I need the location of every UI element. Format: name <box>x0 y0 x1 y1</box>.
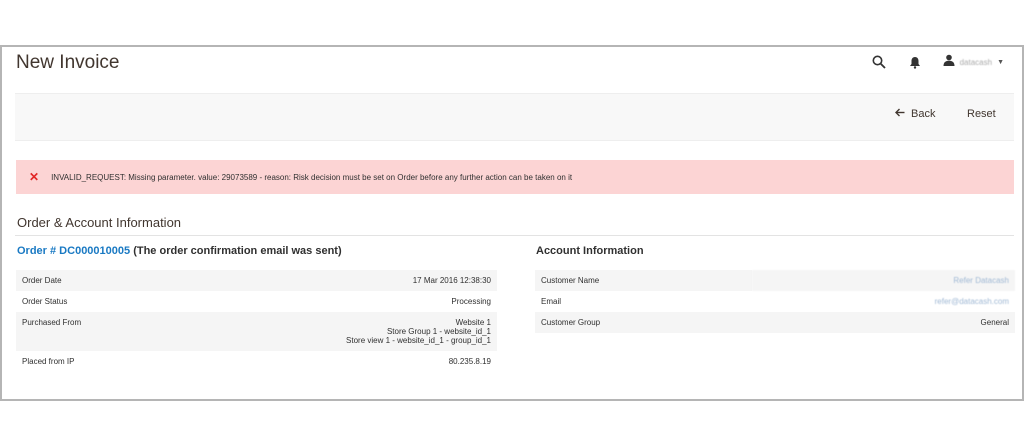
section-title: Order & Account Information <box>17 215 182 230</box>
row-label: Purchased From <box>16 312 166 351</box>
page-title: New Invoice <box>16 52 120 73</box>
order-link[interactable]: Order # DC000010005 <box>17 245 130 257</box>
reset-label: Reset <box>967 108 996 120</box>
bell-icon[interactable] <box>907 54 923 70</box>
table-row: Customer Group General <box>535 312 1015 333</box>
user-menu[interactable]: datacash ▼ <box>943 53 1004 71</box>
customer-name-link[interactable]: Refer Datacash <box>751 270 1015 291</box>
section-divider <box>15 235 1014 236</box>
order-status-value: Processing <box>451 297 491 306</box>
back-label: Back <box>911 108 936 120</box>
row-label: Email <box>541 297 562 306</box>
account-title: Account Information <box>536 245 644 257</box>
table-row: Order Date 17 Mar 2016 12:38:30 <box>16 270 497 291</box>
order-date-value: 17 Mar 2016 12:38:30 <box>165 270 497 291</box>
search-icon[interactable] <box>871 54 887 70</box>
reset-button[interactable]: Reset <box>967 108 996 120</box>
row-label: Customer Name <box>535 270 752 291</box>
admin-page: New Invoice datacash ▼ Back Reset ✕ INVA <box>0 45 1024 401</box>
store-view-line: Store view 1 - website_id_1 - group_id_1 <box>346 336 491 345</box>
error-text: INVALID_REQUEST: Missing parameter. valu… <box>51 172 573 182</box>
website-line: Website 1 <box>455 318 491 327</box>
table-row: Order Status Processing <box>16 291 497 312</box>
table-row: Email refer@datacash.com <box>535 291 1015 312</box>
order-note: (The order confirmation email was sent) <box>133 245 342 257</box>
purchased-from-value: Website 1 Store Group 1 - website_id_1 S… <box>165 312 497 351</box>
table-row: Placed from IP 80.235.8.19 <box>16 351 497 372</box>
back-button[interactable]: Back <box>895 108 935 120</box>
account-info-table: Customer Name Refer Datacash Email refer… <box>535 270 1015 333</box>
table-row: Customer Name Refer Datacash <box>535 270 1015 291</box>
arrow-left-icon <box>895 108 905 120</box>
row-label: Order Date <box>16 270 166 291</box>
customer-group-value: General <box>751 312 1015 333</box>
store-group-line: Store Group 1 - website_id_1 <box>386 327 491 336</box>
row-label: Customer Group <box>535 312 752 333</box>
order-info-table: Order Date 17 Mar 2016 12:38:30 Order St… <box>16 270 497 372</box>
row-label: Order Status <box>22 297 68 306</box>
placed-ip-value: 80.235.8.19 <box>448 357 491 366</box>
order-title: Order # DC000010005 (The order confirmat… <box>17 245 342 257</box>
table-row: Purchased From Website 1 Store Group 1 -… <box>16 312 497 351</box>
email-link[interactable]: refer@datacash.com <box>752 291 1015 312</box>
header-actions: datacash ▼ <box>871 53 1004 71</box>
row-label: Placed from IP <box>22 357 75 366</box>
error-x-icon: ✕ <box>29 170 40 184</box>
page-actions-toolbar: Back Reset <box>15 93 1014 141</box>
user-name: datacash <box>959 57 993 67</box>
chevron-down-icon: ▼ <box>997 58 1004 66</box>
error-message: ✕ INVALID_REQUEST: Missing parameter. va… <box>16 160 1014 194</box>
user-icon <box>943 53 955 71</box>
